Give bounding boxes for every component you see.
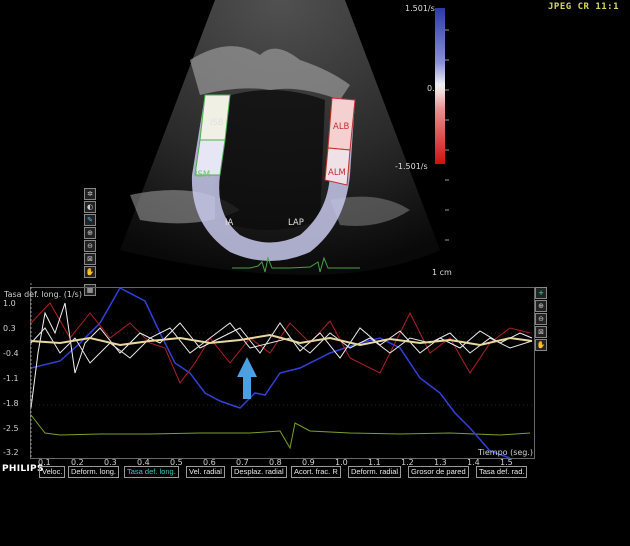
zoom-out-icon[interactable]: ⊖	[84, 240, 96, 252]
segment-label-bottom-right: LAP	[288, 218, 304, 228]
segment-label-lat-upper: ALB	[333, 122, 350, 132]
settings-icon[interactable]: ✲	[84, 188, 96, 200]
tab-deform-long[interactable]: Deform. long.	[68, 466, 120, 478]
fit-icon[interactable]: ⊠	[535, 326, 547, 338]
colorbar-bottom-label: -1.501/s	[395, 162, 428, 171]
y-tick: 1.0	[3, 299, 16, 308]
y-tick: -1.1	[3, 374, 19, 383]
segment-label-ism-lower: ISM	[195, 170, 211, 180]
tab-desplaz-radial[interactable]: Desplaz. radial	[231, 466, 287, 478]
segment-label-bottom-left: IA	[225, 218, 234, 228]
add-icon[interactable]: +	[535, 287, 547, 299]
y-tick: 0.3	[3, 324, 16, 333]
image-toolbar: ✲ ◐ ✎ ⊕ ⊖ ⊠ ✋ ▦	[84, 188, 96, 297]
y-tick: -2.5	[3, 424, 19, 433]
zoom-in-icon[interactable]: ⊕	[84, 227, 96, 239]
tab-tasa-def-long[interactable]: Tasa def. long.	[124, 466, 179, 478]
zoom-in-icon[interactable]: ⊕	[535, 300, 547, 312]
y-tick: -3.2	[3, 448, 19, 457]
tab-tasa-def-rad[interactable]: Tasa def. rad.	[476, 466, 528, 478]
time-axis-label: Tiempo (seg.)	[478, 448, 534, 457]
hand-icon[interactable]: ✋	[84, 266, 96, 278]
tab-grosor-de-pared[interactable]: Grosor de pared	[408, 466, 469, 478]
brand-logo: PHILIPS	[2, 464, 44, 474]
segment-label-ism-upper: ISB	[210, 118, 224, 128]
y-tick: -1.8	[3, 399, 19, 408]
tab-vel-radial[interactable]: Vel. radial	[186, 466, 225, 478]
graph-toolbar: + ⊕ ⊖ ⊠ ✋	[535, 287, 547, 352]
y-tick: -0.4	[3, 349, 19, 358]
segment-label-lat-lower: ALM	[328, 168, 346, 178]
fit-icon[interactable]: ⊠	[84, 253, 96, 265]
colorbar-mid-label: 0.00	[427, 84, 445, 93]
tab-veloc[interactable]: Veloc.	[39, 466, 66, 478]
tab-acort-frac-r[interactable]: Acort. frac. R	[291, 466, 341, 478]
zoom-out-icon[interactable]: ⊖	[535, 313, 547, 325]
tab-deform-radial[interactable]: Deform. radial	[348, 466, 402, 478]
pen-icon[interactable]: ✎	[84, 214, 96, 226]
hand-icon[interactable]: ✋	[535, 339, 547, 351]
scale-label: 1 cm	[432, 268, 452, 277]
annotation-arrow	[237, 357, 257, 399]
colorbar-top-label: 1.501/s	[405, 4, 435, 13]
contrast-icon[interactable]: ◐	[84, 201, 96, 213]
